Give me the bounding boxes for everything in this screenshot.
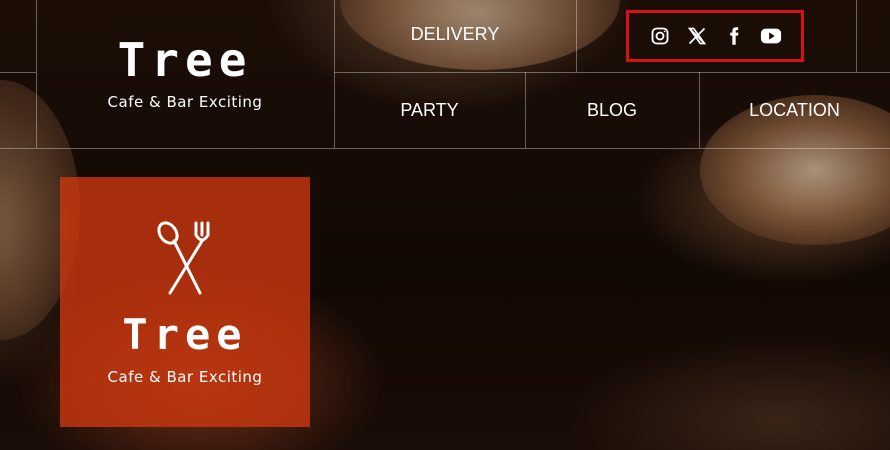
nav-blog[interactable]: BLOG: [525, 72, 699, 148]
brand-card: Tree Cafe & Bar Exciting: [60, 177, 310, 427]
instagram-icon[interactable]: [649, 25, 671, 47]
nav-party[interactable]: PARTY: [334, 72, 525, 148]
utensils-icon: [154, 219, 216, 304]
youtube-icon[interactable]: [760, 25, 782, 47]
divider: [0, 72, 36, 73]
nav-location[interactable]: LOCATION: [699, 72, 890, 148]
x-icon[interactable]: [686, 25, 708, 47]
divider: [0, 148, 890, 149]
logo-wordmark: Tree: [117, 33, 253, 87]
divider: [856, 0, 857, 72]
card-tagline: Cafe & Bar Exciting: [107, 367, 263, 386]
logo-tagline: Cafe & Bar Exciting: [107, 93, 263, 111]
card-wordmark: Tree: [122, 309, 248, 359]
nav-delivery[interactable]: DELIVERY: [334, 0, 576, 68]
social-links: [626, 10, 804, 62]
header-logo[interactable]: Tree Cafe & Bar Exciting: [36, 0, 334, 148]
facebook-icon[interactable]: [723, 25, 745, 47]
divider: [576, 0, 577, 72]
